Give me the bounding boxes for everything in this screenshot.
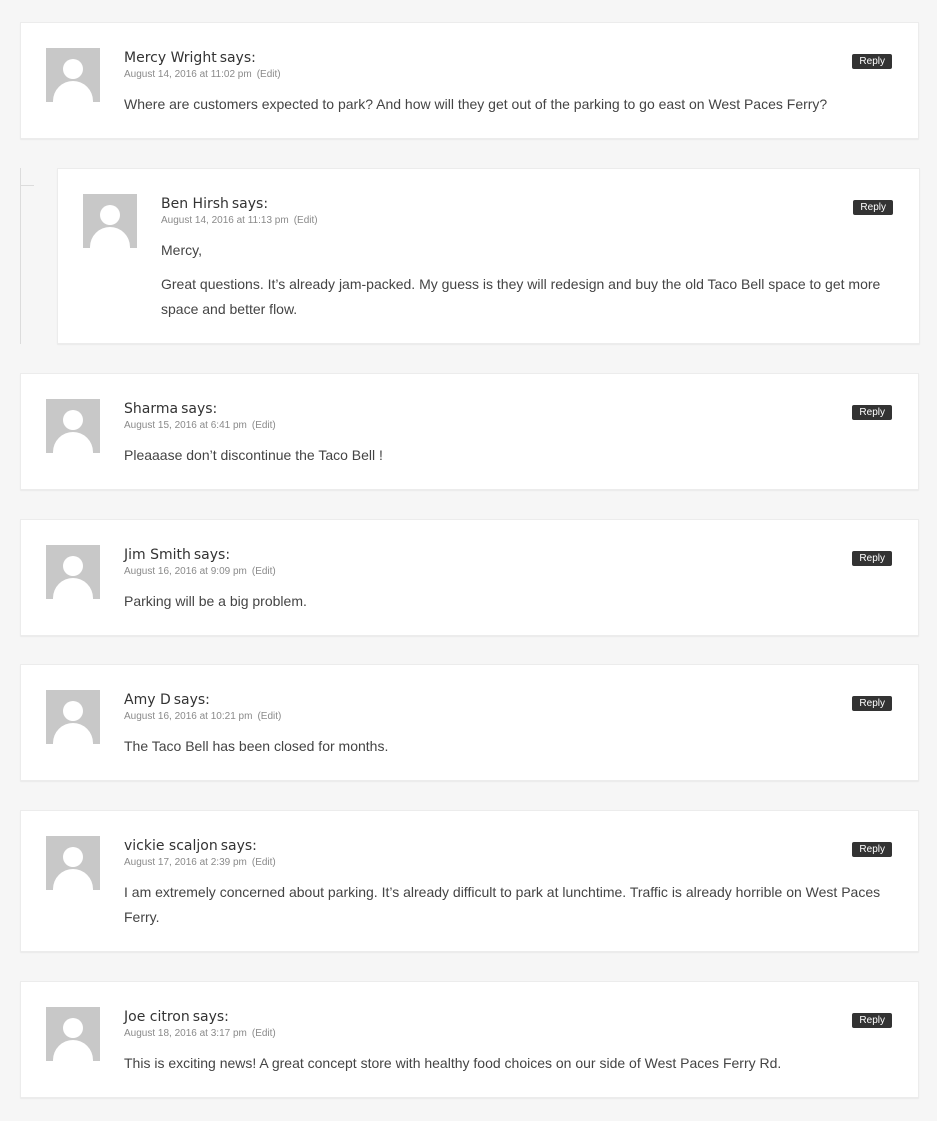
comment-text: Where are customers expected to park? An… [124, 96, 828, 112]
reply-button[interactable]: Reply [852, 696, 892, 711]
comment-reply: Ben Hirsh says: August 14, 2016 at 11:13 … [57, 168, 920, 344]
comment-date-link[interactable]: August 17, 2016 at 2:39 pm [124, 857, 247, 868]
reply-button[interactable]: Reply [852, 405, 892, 420]
says-label: says: [193, 547, 231, 563]
edit-link[interactable]: (Edit) [252, 420, 276, 431]
comment: Jim Smith says: August 16, 2016 at 9:09 p… [20, 519, 919, 636]
says-label: says: [181, 401, 218, 417]
edit-link[interactable]: (Edit) [252, 857, 276, 868]
comment-author[interactable]: vickie scaljon [124, 838, 218, 854]
comment-date-link[interactable]: August 15, 2016 at 6:41 pm [124, 420, 247, 431]
reply-button[interactable]: Reply [852, 54, 892, 69]
comment-text: The Taco Bell has been closed for months… [124, 738, 389, 754]
thread-line [20, 168, 34, 344]
comment: vickie scaljon says: August 17, 2016 at 2… [20, 810, 919, 952]
comment-author[interactable]: Jim Smith [124, 547, 191, 563]
edit-link[interactable]: (Edit) [294, 215, 318, 226]
comment-date-link[interactable]: August 14, 2016 at 11:13 pm [161, 215, 289, 226]
avatar [46, 48, 100, 102]
comment-text: This is exciting news! A great concept s… [124, 1055, 782, 1071]
avatar [46, 545, 100, 599]
avatar [83, 194, 137, 248]
says-label: says: [173, 692, 210, 708]
says-label: says: [192, 1009, 229, 1025]
edit-link[interactable]: (Edit) [252, 1028, 276, 1039]
avatar [46, 1007, 100, 1061]
avatar [46, 836, 100, 890]
reply-button[interactable]: Reply [852, 1013, 892, 1028]
comment-date-link[interactable]: August 16, 2016 at 10:21 pm [124, 711, 252, 722]
avatar [46, 399, 100, 453]
comment-date-link[interactable]: August 18, 2016 at 3:17 pm [124, 1028, 247, 1039]
comment-text: Great questions. It’s already jam-packed… [161, 276, 881, 317]
comment-author[interactable]: Sharma [124, 401, 178, 417]
comment-text: Mercy, [161, 242, 202, 258]
says-label: says: [231, 196, 269, 212]
comment-text: I am extremely concerned about parking. … [124, 884, 881, 925]
comment: Joe citron says: August 18, 2016 at 3:17 … [20, 981, 919, 1098]
says-label: says: [220, 838, 257, 854]
comment-author[interactable]: Mercy Wright [124, 50, 217, 66]
reply-button[interactable]: Reply [853, 200, 893, 215]
edit-link[interactable]: (Edit) [257, 69, 281, 80]
comment-date-link[interactable]: August 14, 2016 at 11:02 pm [124, 69, 252, 80]
comment-author[interactable]: Ben Hirsh [161, 196, 229, 212]
reply-button[interactable]: Reply [852, 551, 892, 566]
comment: Sharma says: August 15, 2016 at 6:41 pm (E… [20, 373, 919, 490]
edit-link[interactable]: (Edit) [257, 711, 281, 722]
edit-link[interactable]: (Edit) [252, 566, 276, 577]
comment-author[interactable]: Joe citron [124, 1009, 190, 1025]
avatar [46, 690, 100, 744]
comment-author[interactable]: Amy D [124, 692, 171, 708]
comment-text: Parking will be a big problem. [124, 593, 307, 609]
comment: Amy Dsays: August 16, 2016 at 10:21 pm (E… [20, 664, 919, 781]
comment-text: Pleaaase don’t discontinue the Taco Bell… [124, 447, 383, 463]
comment: Mercy Wright says: August 14, 2016 at 11:… [20, 22, 919, 139]
comment-date-link[interactable]: August 16, 2016 at 9:09 pm [124, 566, 247, 577]
says-label: says: [219, 50, 256, 66]
reply-button[interactable]: Reply [852, 842, 892, 857]
